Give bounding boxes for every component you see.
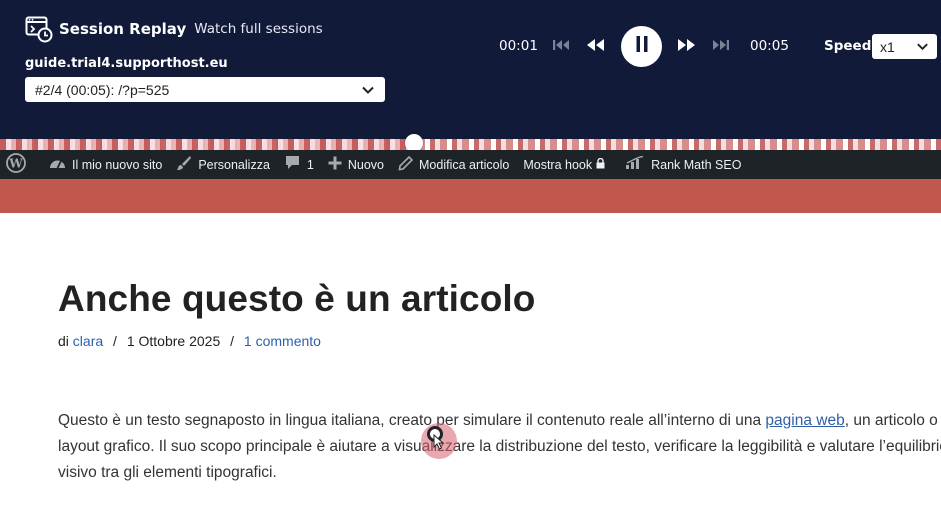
app-title: Session Replay: [59, 20, 187, 38]
adminbar-customize-label: Personalizza: [198, 157, 270, 172]
fast-forward-icon: [677, 38, 697, 52]
adminbar-comments-count: 1: [306, 157, 314, 172]
adminbar-show-hooks-label: Mostra hook: [523, 157, 593, 172]
skip-to-end-icon: [712, 38, 732, 52]
wordpress-menu[interactable]: W: [0, 150, 42, 179]
pause-button[interactable]: [621, 26, 662, 67]
adminbar-new[interactable]: Nuovo: [321, 150, 391, 179]
replay-timeline[interactable]: [0, 134, 941, 152]
skip-to-end-button[interactable]: [712, 38, 732, 54]
svg-text:W: W: [8, 157, 23, 171]
adminbar-edit-post-label: Modifica articolo: [419, 157, 510, 172]
mouse-pointer-icon: [433, 433, 445, 455]
rewind-button[interactable]: [585, 38, 605, 54]
replay-window-clock-icon: [25, 15, 53, 43]
plus-icon: [328, 156, 348, 173]
skip-to-start-icon: [552, 38, 572, 52]
adminbar-rank-math-label: Rank Math SEO: [651, 157, 742, 172]
comment-bubble-icon: [284, 155, 307, 174]
site-header-band: [0, 179, 941, 213]
rank-math-chart-icon: [625, 155, 651, 173]
adminbar-edit-post[interactable]: Modifica articolo: [391, 150, 516, 179]
adminbar-comments[interactable]: 1: [277, 150, 321, 179]
wordpress-logo-icon: W: [6, 153, 32, 176]
session-select-value: #2/4 (00:05): /?p=525: [35, 81, 170, 98]
paragraph-line-1: Questo è un testo segnaposto in lingua i…: [58, 408, 941, 434]
adminbar-rank-math[interactable]: Rank Math SEO: [618, 150, 748, 179]
paragraph-text: , un articolo o un: [844, 412, 941, 429]
paragraph-text: Questo è un testo segnaposto in lingua i…: [58, 412, 766, 429]
rewind-icon: [585, 38, 605, 52]
chevron-down-icon: [361, 83, 375, 97]
meta-date: 1 Ottobre 2025: [126, 333, 221, 349]
app-subtitle: Watch full sessions: [194, 21, 323, 37]
current-time: 00:01: [499, 38, 538, 54]
meta-separator: /: [113, 333, 117, 349]
fast-forward-button[interactable]: [677, 38, 697, 54]
paragraph-line-3: visivo tra gli elementi tipografici.: [58, 464, 277, 481]
meta-author-link[interactable]: clara: [73, 333, 103, 349]
article-meta: di clara / 1 Ottobre 2025 / 1 commento: [58, 333, 321, 349]
session-domain: guide.trial4.supporthost.eu: [25, 56, 228, 71]
brand: Session Replay Watch full sessions: [25, 15, 323, 43]
pencil-icon: [398, 155, 419, 174]
total-time: 00:05: [750, 38, 789, 54]
article-title: Anche questo è un articolo: [58, 278, 536, 319]
dashboard-gauge-icon: [49, 156, 72, 173]
adminbar-site-name-label: Il mio nuovo sito: [72, 157, 163, 172]
meta-prefix: di: [58, 333, 69, 349]
article-paragraph: Questo è un testo segnaposto in lingua i…: [58, 408, 941, 486]
timeline-progress: [0, 139, 414, 150]
pause-icon: [635, 35, 649, 58]
paintbrush-icon: [176, 155, 198, 174]
speed-label: Speed: [824, 38, 872, 54]
chevron-down-icon: [916, 40, 929, 53]
skip-to-start-button[interactable]: [552, 38, 572, 54]
adminbar-show-hooks[interactable]: Mostra hook: [516, 150, 618, 179]
wp-admin-bar: W Il mio nuovo sito Personalizza 1 Nuovo…: [0, 150, 941, 179]
adminbar-customize[interactable]: Personalizza: [169, 150, 277, 179]
lock-icon: [596, 157, 611, 172]
session-select[interactable]: #2/4 (00:05): /?p=525: [25, 77, 385, 102]
meta-separator: /: [230, 333, 235, 349]
adminbar-new-label: Nuovo: [347, 157, 384, 172]
replay-header: Session Replay Watch full sessions guide…: [0, 0, 941, 139]
speed-select-value: x1: [880, 38, 895, 55]
paragraph-line-2: layout grafico. Il suo scopo principale …: [58, 438, 941, 455]
pagina-web-link[interactable]: pagina web: [765, 412, 844, 429]
meta-comments-link[interactable]: 1 commento: [244, 333, 321, 349]
adminbar-site-name[interactable]: Il mio nuovo sito: [42, 150, 169, 179]
speed-select[interactable]: x1: [872, 34, 937, 59]
